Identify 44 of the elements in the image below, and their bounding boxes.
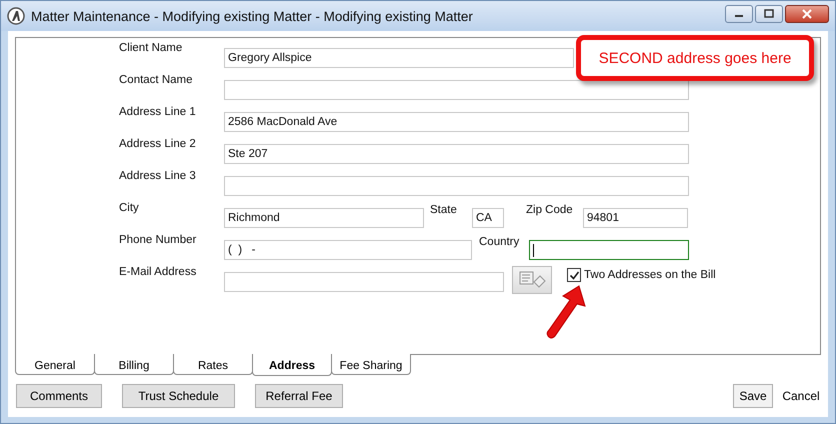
arrow-icon [545,284,587,340]
maximize-icon [764,9,774,19]
input-field[interactable]: 94801 [583,208,688,228]
input-field[interactable]: CA [472,208,504,228]
field-label: Zip Code [526,204,574,216]
action-button[interactable]: Comments [16,384,102,408]
input-field[interactable]: 2586 MacDonald Ave [224,112,689,132]
input-field[interactable] [529,240,689,260]
minimize-button[interactable] [725,5,753,23]
field-label: Address Line 2 [119,138,197,150]
input-field[interactable] [224,272,504,292]
card-icon [517,270,547,290]
tab[interactable]: General [15,354,95,375]
save-button[interactable]: Save [733,384,773,408]
input-field[interactable]: Ste 207 [224,144,689,164]
field-label: Client Name [119,42,184,54]
check-icon [568,270,580,280]
field-label: Address Line 3 [119,170,197,182]
field-label: Phone Number [119,234,198,246]
maximize-button[interactable] [755,5,783,23]
action-button[interactable]: Trust Schedule [122,384,235,408]
field-label: E-Mail Address [119,266,198,278]
field-label: City [119,202,140,214]
close-icon [801,9,813,19]
two-addresses-checkbox[interactable]: Two Addresses on the Bill [567,268,716,282]
input-field[interactable] [224,176,689,196]
tab[interactable]: Fee Sharing [331,354,411,375]
input-field[interactable]: Gregory Allspice [224,48,574,68]
field-label: Contact Name [119,74,194,86]
app-logo-icon [7,7,25,25]
input-field[interactable]: ( ) - [224,240,472,260]
tab[interactable]: Rates [173,354,253,375]
tab[interactable]: Billing [94,354,174,375]
callout: SECOND address goes here [576,35,814,81]
tab[interactable]: Address [252,354,332,376]
field-label: Address Line 1 [119,106,197,118]
action-button[interactable]: Referral Fee [255,384,343,408]
cancel-link[interactable]: Cancel [781,384,821,408]
window-title: Matter Maintenance - Modifying existing Matter - Modifying existing Matter [31,8,473,24]
field-label: Country [479,236,520,248]
email-button[interactable] [512,266,552,294]
close-button[interactable] [785,5,829,23]
input-field[interactable]: Richmond [224,208,424,228]
field-label: State [430,204,458,216]
